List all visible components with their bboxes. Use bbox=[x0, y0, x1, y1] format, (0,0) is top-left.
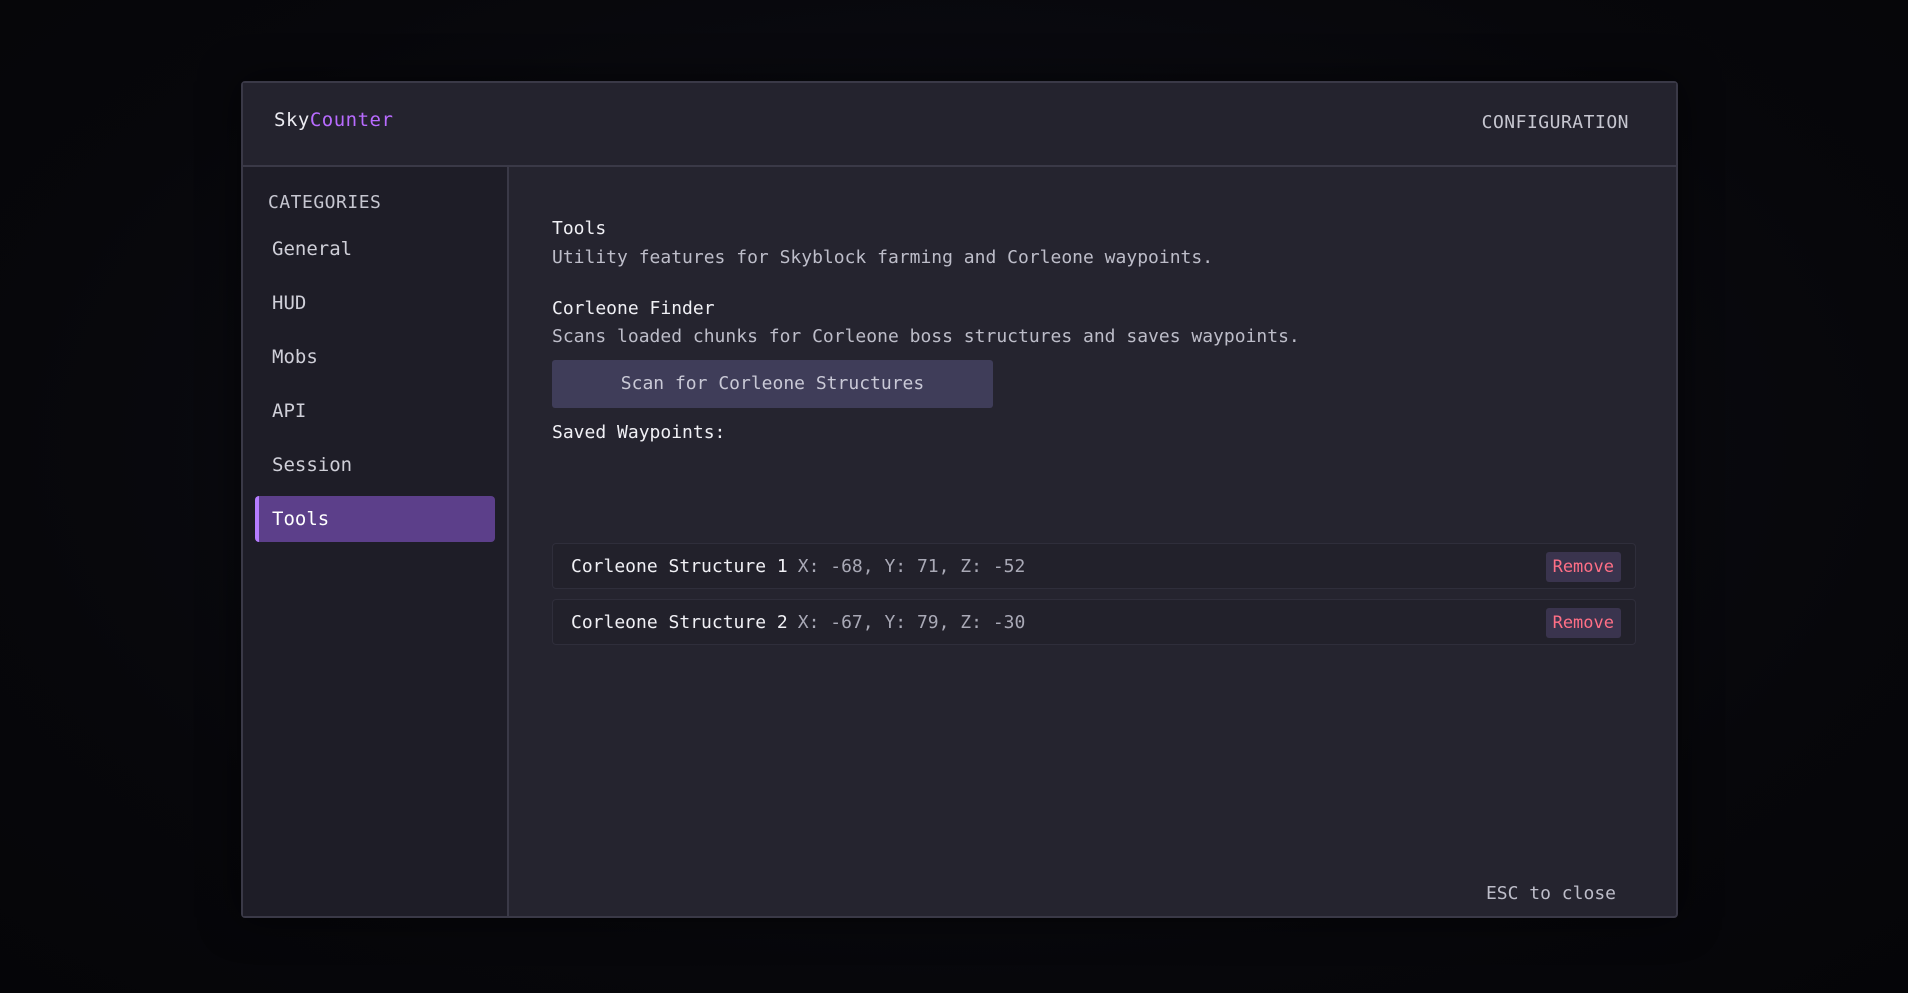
waypoint-name: Corleone Structure 1 bbox=[571, 556, 788, 577]
waypoint-name: Corleone Structure 2 bbox=[571, 612, 788, 633]
saved-waypoints-label: Saved Waypoints: bbox=[552, 422, 726, 443]
sidebar-item-session[interactable]: Session bbox=[255, 442, 495, 488]
sidebar-item-label: Session bbox=[272, 454, 353, 476]
sidebar-item-label: HUD bbox=[272, 292, 307, 314]
sidebar-item-label: Mobs bbox=[272, 346, 318, 368]
window-header: SkyCounter CONFIGURATION bbox=[243, 83, 1676, 167]
finder-description: Scans loaded chunks for Corleone boss st… bbox=[552, 326, 1300, 347]
esc-hint: ESC to close bbox=[1485, 883, 1616, 904]
waypoint-row: Corleone Structure 1 X: -68, Y: 71, Z: -5… bbox=[552, 543, 1636, 589]
sidebar-item-hud[interactable]: HUD bbox=[255, 280, 495, 326]
finder-title: Corleone Finder bbox=[552, 298, 715, 319]
app-brand: SkyCounter bbox=[274, 109, 393, 131]
sidebar-item-api[interactable]: API bbox=[255, 388, 495, 434]
sidebar-item-tools[interactable]: Tools bbox=[255, 496, 495, 542]
sidebar-item-label: General bbox=[272, 238, 353, 260]
sidebar-item-label: Tools bbox=[272, 508, 330, 530]
sidebar-item-label: API bbox=[272, 400, 307, 422]
waypoint-entry: Corleone Structure 1 X: -68, Y: 71, Z: -5… bbox=[571, 556, 1025, 577]
config-window: SkyCounter CONFIGURATION CATEGORIES Gene… bbox=[241, 81, 1678, 918]
section-description: Utility features for Skyblock farming an… bbox=[552, 247, 1214, 268]
main-content: Tools Utility features for Skyblock farm… bbox=[509, 167, 1676, 916]
brand-sky: Sky bbox=[274, 109, 310, 131]
sidebar-heading: CATEGORIES bbox=[268, 192, 382, 213]
sidebar-item-mobs[interactable]: Mobs bbox=[255, 334, 495, 380]
scan-button[interactable]: Scan for Corleone Structures bbox=[552, 360, 993, 408]
waypoint-coords: X: -67, Y: 79, Z: -30 bbox=[797, 612, 1026, 633]
remove-waypoint-button[interactable]: Remove bbox=[1545, 608, 1621, 638]
brand-counter: Counter bbox=[309, 109, 394, 131]
sidebar-item-general[interactable]: General bbox=[255, 226, 495, 272]
waypoint-row: Corleone Structure 2 X: -67, Y: 79, Z: -3… bbox=[552, 599, 1636, 645]
waypoint-entry: Corleone Structure 2 X: -67, Y: 79, Z: -3… bbox=[571, 612, 1025, 633]
sidebar: CATEGORIES General HUD Mobs API Session … bbox=[243, 167, 509, 916]
remove-waypoint-button[interactable]: Remove bbox=[1545, 552, 1621, 582]
section-title: Tools bbox=[552, 218, 607, 239]
header-title: CONFIGURATION bbox=[1481, 112, 1629, 133]
waypoint-coords: X: -68, Y: 71, Z: -52 bbox=[797, 556, 1026, 577]
